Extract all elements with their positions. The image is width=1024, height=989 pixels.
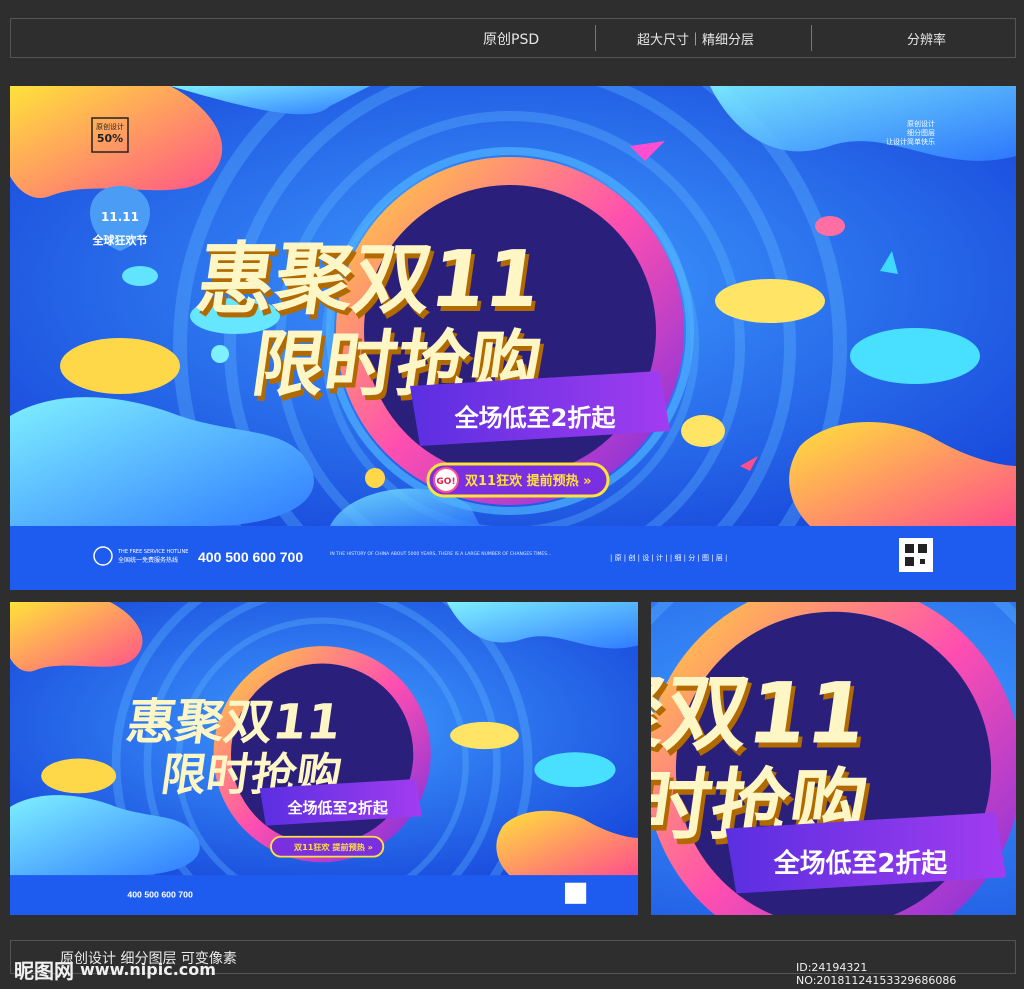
side-note-1: 原创设计: [907, 119, 935, 128]
hotline-label: THE FREE SERVICE HOTLINE: [117, 549, 188, 555]
badge-date: 11.11: [101, 210, 139, 224]
header-divider: [595, 25, 596, 51]
main-banner: 惠聚双11 惠聚双11 限时抢购 限时抢购 全场低至2折起 GO! 双11狂欢 …: [10, 86, 1016, 590]
watermark-logo: 昵图网: [14, 959, 74, 983]
hotline-sub: 全国统一免费服务热线: [118, 556, 178, 564]
header-divider: [811, 25, 812, 51]
badge-festival: 全球狂欢节: [92, 233, 148, 247]
banner-artwork: 惠聚双11 惠聚双11 限时抢购 限时抢购 全场低至2折起 GO! 双11狂欢 …: [10, 86, 1016, 590]
preview-qr-icon: [564, 882, 587, 904]
footer-english: IN THE HISTORY OF CHINA ABOUT 5000 YEARS…: [330, 551, 551, 557]
header-item-size: 超大尺寸｜精细分层: [637, 33, 755, 48]
preview-banner-small: 惠聚双11 限时抢购 全场低至2折起 双11狂欢 提前预热 » 400 500 …: [10, 602, 638, 915]
footer-tags: | 原 | 创 | 设 | 计 | | 细 | 分 | 图 | 层 |: [610, 553, 727, 562]
cta-text[interactable]: 双11狂欢 提前预热 »: [465, 473, 592, 489]
header-bar: 原创PSD 超大尺寸｜精细分层 分辨率: [10, 18, 1016, 58]
header-item-psd: 原创PSD: [483, 32, 540, 48]
badge-percent: 50%: [97, 132, 123, 145]
zoom-artwork: 惠聚双11 惠聚双11 限时抢购 限时抢购 全场低至2折起: [651, 602, 1016, 915]
watermark-url: www.nipic.com: [80, 960, 216, 979]
hotline-number: 400 500 600 700: [198, 549, 303, 565]
image-id: ID:24194321 NO:20181124153329686086: [796, 961, 957, 987]
title-line1: 惠聚双11: [191, 234, 546, 325]
preview-artwork: 惠聚双11 限时抢购 全场低至2折起 双11狂欢 提前预热 » 400 500 …: [10, 602, 638, 915]
subtitle-text: 全场低至2折起: [454, 404, 617, 432]
side-note-2: 细分图层: [907, 128, 935, 137]
preview-zoom-crop: 惠聚双11 惠聚双11 限时抢购 限时抢购 全场低至2折起: [651, 602, 1016, 915]
header-item-resolution: 分辨率: [907, 33, 947, 48]
zoom-title-line1: 惠聚双11: [651, 664, 873, 763]
zoom-subtitle: 全场低至2折起: [773, 848, 948, 879]
qr-code-icon: [899, 538, 933, 572]
preview-hotline: 400 500 600 700: [127, 890, 193, 900]
badge-top-text: 原创设计: [96, 122, 124, 131]
side-note-3: 让设计简单快乐: [886, 137, 935, 146]
preview-title-line1: 惠聚双11: [123, 694, 345, 751]
preview-subtitle: 全场低至2折起: [287, 799, 389, 817]
preview-cta[interactable]: 双11狂欢 提前预热 »: [294, 842, 373, 852]
go-badge: GO!: [436, 477, 455, 487]
